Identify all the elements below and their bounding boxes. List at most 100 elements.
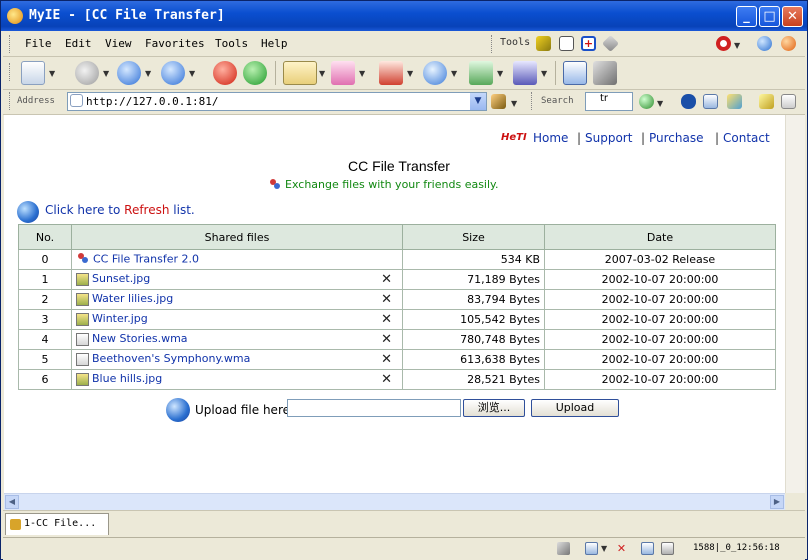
delete-icon[interactable]: ✕ [381, 352, 392, 367]
collector-icon[interactable] [379, 61, 403, 85]
new-page-icon[interactable] [21, 61, 45, 85]
refresh-text: Click here to Refresh list. [45, 203, 195, 217]
file-link[interactable]: Beethoven's Symphony.wma [92, 352, 250, 365]
chevron-down-icon[interactable]: ▼ [407, 69, 413, 78]
delete-icon[interactable]: ✕ [381, 372, 392, 387]
chevron-down-icon[interactable]: ▼ [451, 69, 457, 78]
tab-cc-file-transfer[interactable]: 1-CC File... [5, 513, 109, 535]
chevron-down-icon[interactable]: ▼ [470, 93, 486, 110]
nav-purchase-link[interactable]: Purchase [649, 131, 704, 145]
plus-icon[interactable]: + [581, 36, 596, 51]
file-link[interactable]: Water lilies.jpg [92, 292, 173, 305]
chevron-down-icon[interactable]: ▼ [541, 69, 547, 78]
chevron-down-icon[interactable]: ▼ [319, 69, 325, 78]
tools-icon[interactable] [593, 61, 617, 85]
delete-icon[interactable]: ✕ [381, 272, 392, 287]
globe-icon[interactable] [757, 36, 772, 51]
chevron-down-icon[interactable]: ▼ [657, 99, 663, 108]
hand-icon[interactable] [559, 36, 574, 51]
stop-popup-icon[interactable] [716, 36, 731, 51]
chevron-down-icon[interactable]: ▼ [359, 69, 365, 78]
history-icon[interactable] [513, 61, 537, 85]
web-search-icon[interactable] [639, 94, 654, 109]
paw-icon[interactable] [681, 94, 696, 109]
search-icon[interactable] [423, 61, 447, 85]
toolbar-grip[interactable] [9, 63, 13, 81]
toolbar-grip[interactable] [491, 35, 495, 53]
window-icon[interactable] [563, 61, 587, 85]
favorites-icon[interactable] [469, 61, 493, 85]
refresh-link[interactable]: Refresh [124, 203, 169, 217]
cell-file: New Stories.wma ✕ [71, 329, 403, 350]
cell-no: 2 [18, 289, 72, 310]
popup-icon[interactable] [585, 542, 598, 555]
diamond-icon[interactable] [602, 35, 619, 52]
flash-block-icon[interactable] [331, 61, 355, 85]
nav-contact-link[interactable]: Contact [723, 131, 770, 145]
cell-size: 613,638 Bytes [402, 349, 545, 370]
toolbar-grip[interactable] [9, 35, 13, 53]
nav-home-link[interactable]: Home [533, 131, 568, 145]
menu-favorites[interactable]: Favorites [145, 37, 205, 50]
menu-help[interactable]: Help [261, 37, 288, 50]
window-icon[interactable] [641, 542, 654, 555]
scroll-left-arrow[interactable]: ◀ [5, 495, 19, 509]
file-link[interactable]: CC File Transfer 2.0 [93, 253, 199, 266]
address-input[interactable]: http://127.0.0.1:81/ ▼ [67, 92, 487, 111]
chevron-down-icon[interactable]: ▼ [145, 69, 151, 78]
toolbar-grip[interactable] [531, 92, 535, 110]
news-icon[interactable] [727, 94, 742, 109]
title-bar[interactable]: MyIE - [CC File Transfer] _ □ ✕ [1, 1, 807, 31]
file-link[interactable]: Sunset.jpg [92, 272, 150, 285]
minimize-button[interactable]: _ [736, 6, 757, 27]
chevron-down-icon[interactable]: ▼ [497, 69, 503, 78]
menu-edit[interactable]: Edit [65, 37, 92, 50]
refresh-icon[interactable] [243, 61, 267, 85]
delete-icon[interactable]: ✕ [381, 312, 392, 327]
nav-toolbar: ▼ ▼ ▼ ▼ ▼ ▼ ▼ ▼ ▼ ▼ [3, 57, 805, 90]
chevron-down-icon[interactable]: ▼ [601, 544, 607, 553]
globe-icon[interactable] [17, 201, 39, 223]
address-label: Address [17, 96, 55, 106]
home-icon[interactable] [75, 61, 99, 85]
upload-file-input[interactable] [287, 399, 461, 417]
back-icon[interactable] [117, 61, 141, 85]
browse-button[interactable]: 浏览... [463, 399, 525, 417]
scroll-right-arrow[interactable]: ▶ [770, 495, 784, 509]
highlight-icon[interactable] [759, 94, 774, 109]
monitor-icon[interactable] [661, 542, 674, 555]
image-file-icon [76, 272, 89, 286]
menu-tools[interactable]: Tools [215, 37, 248, 50]
file-link[interactable]: Blue hills.jpg [92, 372, 162, 385]
close-button[interactable]: ✕ [782, 6, 803, 27]
image-search-icon[interactable] [703, 94, 718, 109]
delete-icon[interactable]: ✕ [381, 332, 392, 347]
file-link[interactable]: Winter.jpg [92, 312, 148, 325]
document-icon[interactable] [781, 94, 796, 109]
pencil-icon[interactable] [557, 542, 570, 555]
go-icon[interactable] [491, 94, 506, 109]
vertical-scrollbar[interactable] [785, 115, 805, 493]
delete-icon[interactable]: ✕ [381, 292, 392, 307]
search-input[interactable]: tr [585, 92, 633, 111]
open-folder-icon[interactable] [283, 61, 317, 85]
chevron-down-icon[interactable]: ▼ [511, 99, 517, 108]
stop-icon[interactable] [213, 61, 237, 85]
chevron-down-icon[interactable]: ▼ [49, 69, 55, 78]
cell-date: 2002-10-07 20:00:00 [544, 289, 776, 310]
chevron-down-icon[interactable]: ▼ [734, 41, 740, 50]
menu-view[interactable]: View [105, 37, 132, 50]
chevron-down-icon[interactable]: ▼ [189, 69, 195, 78]
block-icon[interactable]: ✕ [615, 542, 628, 555]
file-link[interactable]: New Stories.wma [92, 332, 188, 345]
toolbar-grip[interactable] [9, 92, 13, 110]
forward-icon[interactable] [161, 61, 185, 85]
cell-date: 2002-10-07 20:00:00 [544, 269, 776, 290]
nav-support-link[interactable]: Support [585, 131, 632, 145]
maximize-button[interactable]: □ [759, 6, 780, 27]
chevron-down-icon[interactable]: ▼ [103, 69, 109, 78]
upload-button[interactable]: Upload [531, 399, 619, 417]
pencil-icon[interactable] [536, 36, 551, 51]
menu-file[interactable]: File [25, 37, 52, 50]
horizontal-scrollbar[interactable]: ◀ ▶ [4, 493, 785, 510]
